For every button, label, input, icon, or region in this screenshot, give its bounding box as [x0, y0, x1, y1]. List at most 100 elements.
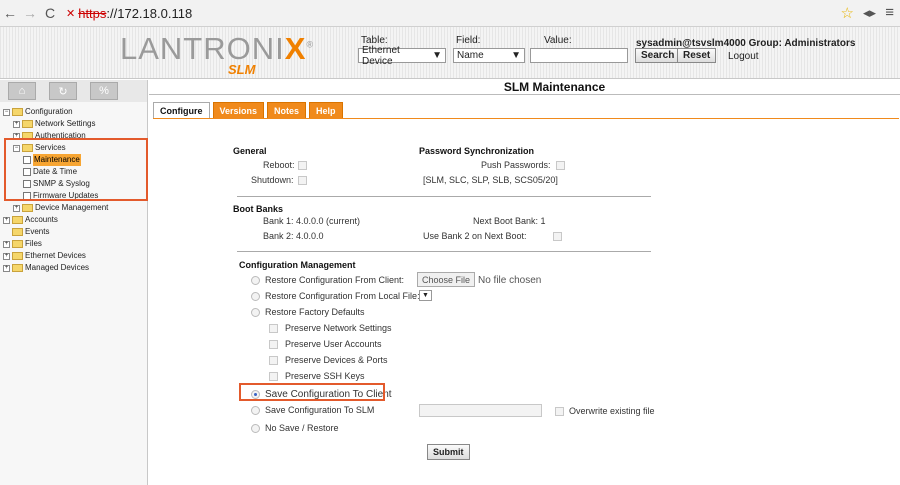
user-info: sysadmin@tsvslm4000 Group: Administrator… — [636, 38, 856, 49]
shutdown-label: Shutdown: — [251, 175, 294, 185]
preserve-network-checkbox[interactable] — [269, 324, 278, 333]
dropdown-arrow-icon: ▼ — [432, 50, 442, 61]
field-label: Field: — [456, 35, 481, 46]
reload-icon[interactable]: C — [40, 3, 60, 23]
sidebar-item[interactable]: + Accounts — [0, 214, 147, 226]
tab-help[interactable]: Help — [309, 102, 343, 118]
table-select[interactable]: Ethernet Device ▼ — [358, 45, 446, 67]
expand-icon[interactable]: + — [3, 252, 10, 260]
preserve-devices-label: Preserve Devices & Ports — [285, 355, 388, 365]
tab-configure[interactable]: Configure — [153, 102, 210, 118]
save-to-slm-label: Save Configuration To SLM — [265, 405, 375, 415]
search-button[interactable]: Search — [635, 48, 681, 63]
folder-icon — [12, 240, 23, 248]
sidebar-item[interactable]: + Device Management — [0, 202, 147, 214]
highlight-box-services — [4, 138, 148, 201]
reboot-checkbox[interactable] — [298, 161, 307, 170]
local-file-select[interactable]: ▼ — [419, 290, 432, 301]
sidebar-item-label: Managed Devices — [25, 263, 90, 272]
sidebar-item-label: Configuration — [25, 107, 73, 116]
url-scheme: https — [78, 5, 107, 21]
slm-filename-input[interactable] — [419, 404, 542, 417]
preserve-ssh-checkbox[interactable] — [269, 372, 278, 381]
overwrite-checkbox[interactable] — [555, 407, 564, 416]
percent-icon[interactable]: % — [90, 82, 118, 100]
sidebar-item[interactable]: + Ethernet Devices — [0, 250, 147, 262]
menu-icon[interactable]: ≡ — [885, 4, 894, 21]
no-save-radio[interactable] — [251, 424, 260, 433]
bank1-text: Bank 1: 4.0.0.0 (current) — [263, 216, 361, 226]
divider — [237, 196, 651, 197]
bookmark-star-icon[interactable]: ☆ — [841, 4, 854, 22]
folder-icon — [12, 264, 23, 272]
config-management-heading: Configuration Management — [239, 260, 356, 270]
push-passwords-label: Push Passwords: — [481, 160, 551, 170]
general-heading: General — [233, 146, 267, 156]
sidebar: ⌂ ↻ % − Configuration + Network Settings + Au… — [0, 80, 148, 485]
tab-versions[interactable]: Versions — [212, 102, 265, 118]
configure-panel: General Reboot: Shutdown: Password Synch… — [153, 118, 899, 485]
restore-from-local-radio[interactable] — [251, 292, 260, 301]
forward-icon[interactable]: → — [20, 3, 40, 23]
field-select[interactable]: Name ▼ — [453, 48, 525, 63]
expand-icon[interactable]: + — [3, 240, 10, 248]
audio-icon[interactable]: ◂▸ — [863, 5, 876, 21]
folder-icon — [22, 204, 33, 212]
url-host: ://172.18.0.118 — [106, 5, 193, 21]
push-passwords-checkbox[interactable] — [556, 161, 565, 170]
sidebar-item[interactable]: + Network Settings — [0, 118, 147, 130]
reset-button[interactable]: Reset — [677, 48, 717, 63]
use-bank2-checkbox[interactable] — [553, 232, 562, 241]
page-title: SLM Maintenance — [149, 80, 900, 95]
folder-icon — [22, 120, 33, 128]
tab-bar: Configure Versions Notes Help — [153, 102, 343, 118]
back-icon[interactable]: ← — [0, 3, 20, 23]
value-input[interactable] — [530, 48, 628, 63]
restore-from-local-label: Restore Configuration From Local File: — [265, 291, 420, 301]
expand-icon[interactable]: + — [13, 204, 20, 212]
lantronix-logo: LANTRONIX® — [120, 31, 315, 66]
sidebar-item[interactable]: Events — [0, 226, 147, 238]
sidebar-item[interactable]: + Files — [0, 238, 147, 250]
submit-button[interactable]: Submit — [427, 444, 470, 460]
overwrite-label: Overwrite existing file — [569, 406, 655, 416]
slm-logo: SLM — [228, 62, 256, 77]
restore-factory-label: Restore Factory Defaults — [265, 307, 365, 317]
logout-link[interactable]: Logout — [728, 51, 759, 62]
boot-banks-heading: Boot Banks — [233, 204, 284, 214]
restore-from-client-radio[interactable] — [251, 276, 260, 285]
refresh-icon[interactable]: ↻ — [49, 82, 77, 100]
expand-icon[interactable]: + — [3, 216, 10, 224]
no-file-text: No file chosen — [478, 275, 542, 286]
divider — [237, 251, 651, 252]
expand-icon[interactable]: + — [3, 264, 10, 272]
tab-notes[interactable]: Notes — [267, 102, 307, 118]
sidebar-item-label: Events — [25, 227, 50, 236]
preserve-users-checkbox[interactable] — [269, 340, 278, 349]
preserve-devices-checkbox[interactable] — [269, 356, 278, 365]
choose-file-button[interactable]: Choose File — [417, 272, 476, 287]
collapse-icon[interactable]: − — [3, 108, 10, 116]
address-bar[interactable]: ✕ https://172.18.0.118 — [66, 3, 856, 23]
use-bank2-label: Use Bank 2 on Next Boot: — [423, 231, 527, 241]
highlight-box-save-client — [239, 383, 385, 401]
sidebar-item-label: Files — [25, 239, 42, 248]
browser-toolbar: ← → C ✕ https://172.18.0.118 ☆ ◂▸ ≡ — [0, 0, 900, 27]
next-boot-bank-text: Next Boot Bank: 1 — [473, 216, 546, 226]
insecure-lock-icon: ✕ — [66, 7, 76, 20]
shutdown-checkbox[interactable] — [298, 176, 307, 185]
sidebar-item-label: Ethernet Devices — [25, 251, 86, 260]
sidebar-item[interactable]: + Managed Devices — [0, 262, 147, 274]
sidebar-item-label: Network Settings — [35, 119, 96, 128]
main-panel: SLM Maintenance Configure Versions Notes… — [149, 80, 900, 485]
no-save-label: No Save / Restore — [265, 423, 339, 433]
save-to-slm-radio[interactable] — [251, 406, 260, 415]
sidebar-item-label: Device Management — [35, 203, 109, 212]
value-label: Value: — [544, 35, 572, 46]
folder-icon — [12, 216, 23, 224]
sidebar-item[interactable]: − Configuration — [0, 106, 147, 118]
restore-factory-radio[interactable] — [251, 308, 260, 317]
sidebar-toolbar: ⌂ ↻ % — [0, 80, 147, 102]
home-icon[interactable]: ⌂ — [8, 82, 36, 100]
expand-icon[interactable]: + — [13, 120, 20, 128]
